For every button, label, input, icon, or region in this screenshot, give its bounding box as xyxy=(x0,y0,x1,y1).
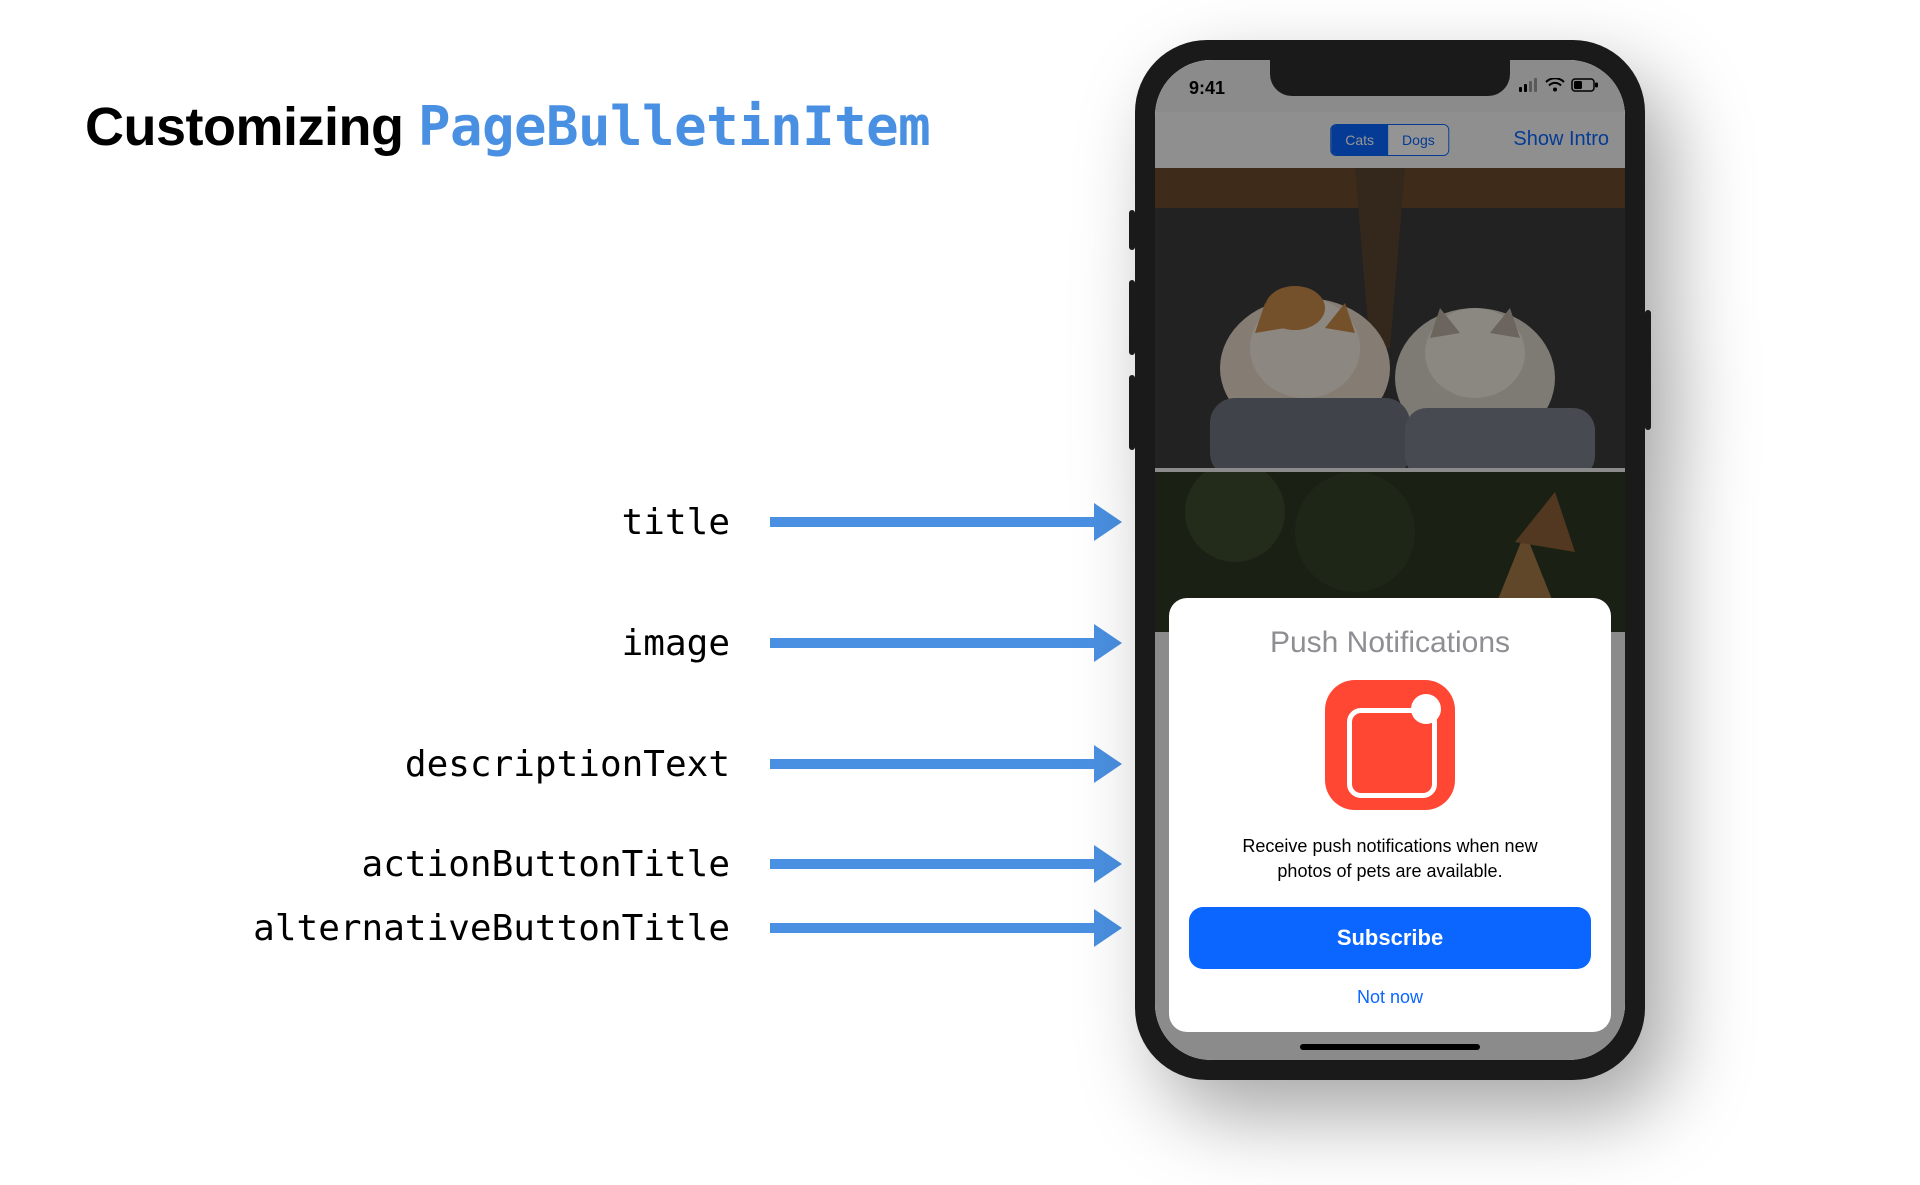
label-title: title xyxy=(210,502,730,543)
bulletin-title: Push Notifications xyxy=(1189,626,1591,660)
battery-icon xyxy=(1571,78,1599,92)
label-action-button: actionButtonTitle xyxy=(210,844,730,885)
wifi-icon xyxy=(1545,78,1565,92)
label-image: image xyxy=(210,623,730,664)
phone-mockup: Cats Dogs Show Intro xyxy=(1135,40,1645,1080)
status-time: 9:41 xyxy=(1189,78,1225,99)
phone-notch xyxy=(1270,60,1510,96)
bulletin-alternative-button[interactable]: Not now xyxy=(1189,981,1591,1014)
phone-body: Cats Dogs Show Intro xyxy=(1135,40,1645,1080)
home-indicator xyxy=(1300,1044,1480,1050)
bulletin-description: Receive push notifications when new phot… xyxy=(1225,834,1555,883)
label-alternative-button: alternativeButtonTitle xyxy=(210,908,730,949)
phone-screen: Cats Dogs Show Intro xyxy=(1155,60,1625,1060)
heading: Customizing PageBulletinItem xyxy=(85,95,930,158)
bulletin-card: Push Notifications Receive push notifica… xyxy=(1169,598,1611,1032)
heading-prefix: Customizing xyxy=(85,97,418,157)
heading-code: PageBulletinItem xyxy=(418,95,930,158)
label-description: descriptionText xyxy=(210,744,730,785)
phone-power-button xyxy=(1645,310,1651,430)
bulletin-image xyxy=(1325,680,1455,810)
cellular-icon xyxy=(1519,78,1539,92)
status-right-icons xyxy=(1519,78,1599,92)
diagram-stage: Customizing PageBulletinItem title image… xyxy=(0,0,1920,1185)
bulletin-action-button[interactable]: Subscribe xyxy=(1189,907,1591,969)
